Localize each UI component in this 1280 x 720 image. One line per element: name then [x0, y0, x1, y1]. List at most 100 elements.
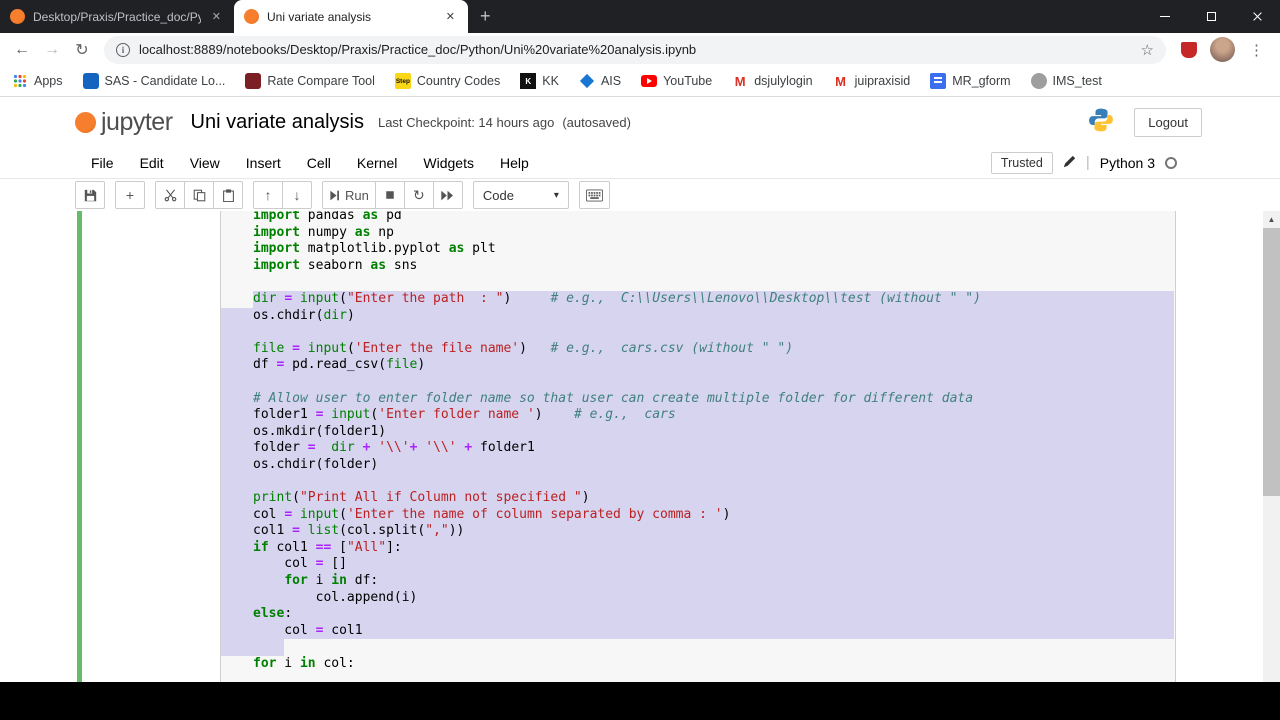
paste-cell-button[interactable]: [213, 181, 243, 209]
menu-help[interactable]: Help: [487, 155, 542, 171]
bookmark-dsjulylogin[interactable]: M dsjulylogin: [732, 73, 813, 89]
menu-file[interactable]: File: [78, 155, 127, 171]
browser-tab-file-browser[interactable]: Desktop/Praxis/Practice_doc/Pyt ✕: [0, 0, 234, 33]
code-line: for i in df:: [221, 573, 1174, 590]
menu-kernel[interactable]: Kernel: [344, 155, 410, 171]
clipboard-group: [155, 181, 243, 209]
tab-close-icon[interactable]: ✕: [209, 9, 224, 24]
tab-title: Uni variate analysis: [267, 9, 372, 24]
restart-kernel-button[interactable]: ↻: [403, 181, 434, 209]
code-line: else:: [221, 606, 1174, 623]
code-line: if col1 == ["All"]:: [221, 539, 1174, 557]
move-cell-down-button[interactable]: ↓: [282, 181, 312, 209]
bookmark-kk[interactable]: K KK: [520, 73, 559, 89]
close-window-button[interactable]: [1234, 0, 1280, 33]
menu-edit[interactable]: Edit: [127, 155, 177, 171]
page-info-icon[interactable]: i: [116, 42, 130, 57]
copy-icon: [193, 189, 205, 201]
command-palette-button[interactable]: [578, 181, 610, 209]
code-editor[interactable]: import pandas as pd import numpy as np imp…: [221, 211, 1174, 673]
copy-cell-button[interactable]: [184, 181, 214, 209]
bookmark-star-icon[interactable]: ☆: [1141, 41, 1154, 59]
bookmark-rate-compare[interactable]: Rate Compare Tool: [245, 73, 375, 89]
interrupt-kernel-button[interactable]: [374, 181, 405, 209]
logout-button[interactable]: Logout: [1134, 107, 1202, 137]
cell-type-select[interactable]: Code ▾: [472, 181, 569, 209]
gmail-icon: M: [734, 73, 746, 89]
scrollbar[interactable]: ▲: [1263, 211, 1280, 682]
maximize-button[interactable]: [1188, 0, 1234, 33]
scrollbar-thumb[interactable]: [1263, 228, 1280, 496]
trusted-badge[interactable]: Trusted: [990, 151, 1053, 174]
url-text[interactable]: localhost:8889/notebooks/Desktop/Praxis/…: [139, 42, 1132, 57]
close-icon: [1252, 11, 1263, 22]
notebook-title[interactable]: Uni variate analysis: [191, 111, 364, 134]
bookmark-sas[interactable]: SAS - Candidate Lo...: [82, 73, 225, 89]
cut-cell-button[interactable]: [155, 181, 185, 209]
tab-title: Desktop/Praxis/Practice_doc/Pyt: [33, 9, 201, 24]
minimize-icon: [1160, 16, 1170, 17]
code-line: # Allow user to enter folder name so tha…: [221, 390, 1174, 408]
bookmark-mr-gform[interactable]: MR_gform: [930, 73, 1011, 89]
menu-insert[interactable]: Insert: [233, 155, 294, 171]
last-checkpoint: Last Checkpoint: 14 hours ago: [377, 114, 555, 130]
bookmark-label: KK: [542, 74, 559, 88]
step-icon: Step: [394, 73, 411, 89]
code-line: [221, 639, 1174, 657]
ublock-extension-icon[interactable]: [1181, 41, 1197, 58]
bookmark-ims-test[interactable]: IMS_test: [1030, 73, 1102, 89]
code-line: for i in col:: [253, 656, 355, 672]
jupyter-favicon: [10, 9, 25, 24]
refresh-button[interactable]: ↻: [68, 36, 96, 64]
browser-menu-icon[interactable]: ⋮: [1241, 41, 1272, 59]
bookmark-label: juipraxisid: [854, 74, 911, 88]
divider: |: [1085, 154, 1090, 171]
menu-view[interactable]: View: [177, 155, 233, 171]
code-line: dir = input("Enter the path : ") # e.g.,…: [221, 290, 1174, 308]
menubar-right: Trusted | Python 3: [990, 151, 1177, 174]
menu-cell[interactable]: Cell: [294, 155, 344, 171]
code-cell-input-area[interactable]: import pandas as pd import numpy as np imp…: [220, 211, 1176, 682]
code-line: os.chdir(dir): [221, 307, 1174, 325]
bookmark-label: Country Codes: [416, 74, 501, 88]
move-cell-up-button[interactable]: ↑: [253, 181, 283, 209]
jupyter-logo-icon: [75, 111, 96, 133]
code-line: [221, 473, 1174, 491]
url-bar[interactable]: i localhost:8889/notebooks/Desktop/Praxi…: [104, 35, 1166, 64]
bookmark-label: AIS: [600, 74, 622, 88]
jupyter-logo[interactable]: jupyter: [75, 108, 173, 137]
bookmark-label: YouTube: [663, 74, 713, 88]
cell-type-value: Code: [482, 187, 514, 203]
jupyter-favicon: [244, 9, 259, 24]
bookmark-label: MR_gform: [952, 74, 1011, 88]
stop-icon: [386, 191, 394, 199]
bookmark-country-codes[interactable]: Step Country Codes: [394, 73, 501, 89]
bookmark-youtube[interactable]: YouTube: [641, 73, 712, 89]
minimize-button[interactable]: [1142, 0, 1188, 33]
bookmark-juipraxisid[interactable]: M juipraxisid: [833, 73, 911, 89]
selected-cell-edit-border: [77, 211, 82, 682]
browser-tab-notebook[interactable]: Uni variate analysis ✕: [234, 0, 468, 33]
bookmarks-bar: Apps SAS - Candidate Lo... Rate Compare …: [0, 66, 1280, 97]
python-logo-icon: [1088, 107, 1114, 138]
new-tab-button[interactable]: +: [468, 0, 503, 33]
bookmark-ais[interactable]: AIS: [579, 73, 621, 89]
back-button[interactable]: ←: [8, 36, 36, 64]
save-button[interactable]: [75, 181, 105, 209]
add-cell-button[interactable]: +: [115, 181, 145, 209]
run-button[interactable]: Run: [322, 181, 376, 209]
code-line: import matplotlib.pyplot as plt: [253, 241, 496, 257]
restart-run-all-button[interactable]: [432, 181, 463, 209]
notebook-menubar: File Edit View Insert Cell Kernel Widget…: [0, 147, 1280, 179]
bookmark-apps[interactable]: Apps: [12, 73, 63, 89]
edit-mode-pencil-icon: [1063, 155, 1076, 171]
code-line: col.append(i): [221, 589, 1174, 607]
forward-button[interactable]: →: [38, 36, 66, 64]
code-line: print("Print All if Column not specified…: [221, 490, 1174, 507]
tab-close-icon[interactable]: ✕: [443, 9, 458, 24]
kernel-name: Python 3: [1099, 154, 1155, 171]
profile-avatar[interactable]: [1210, 37, 1235, 62]
menu-widgets[interactable]: Widgets: [410, 155, 487, 171]
scrollbar-up-arrow[interactable]: ▲: [1263, 211, 1280, 228]
